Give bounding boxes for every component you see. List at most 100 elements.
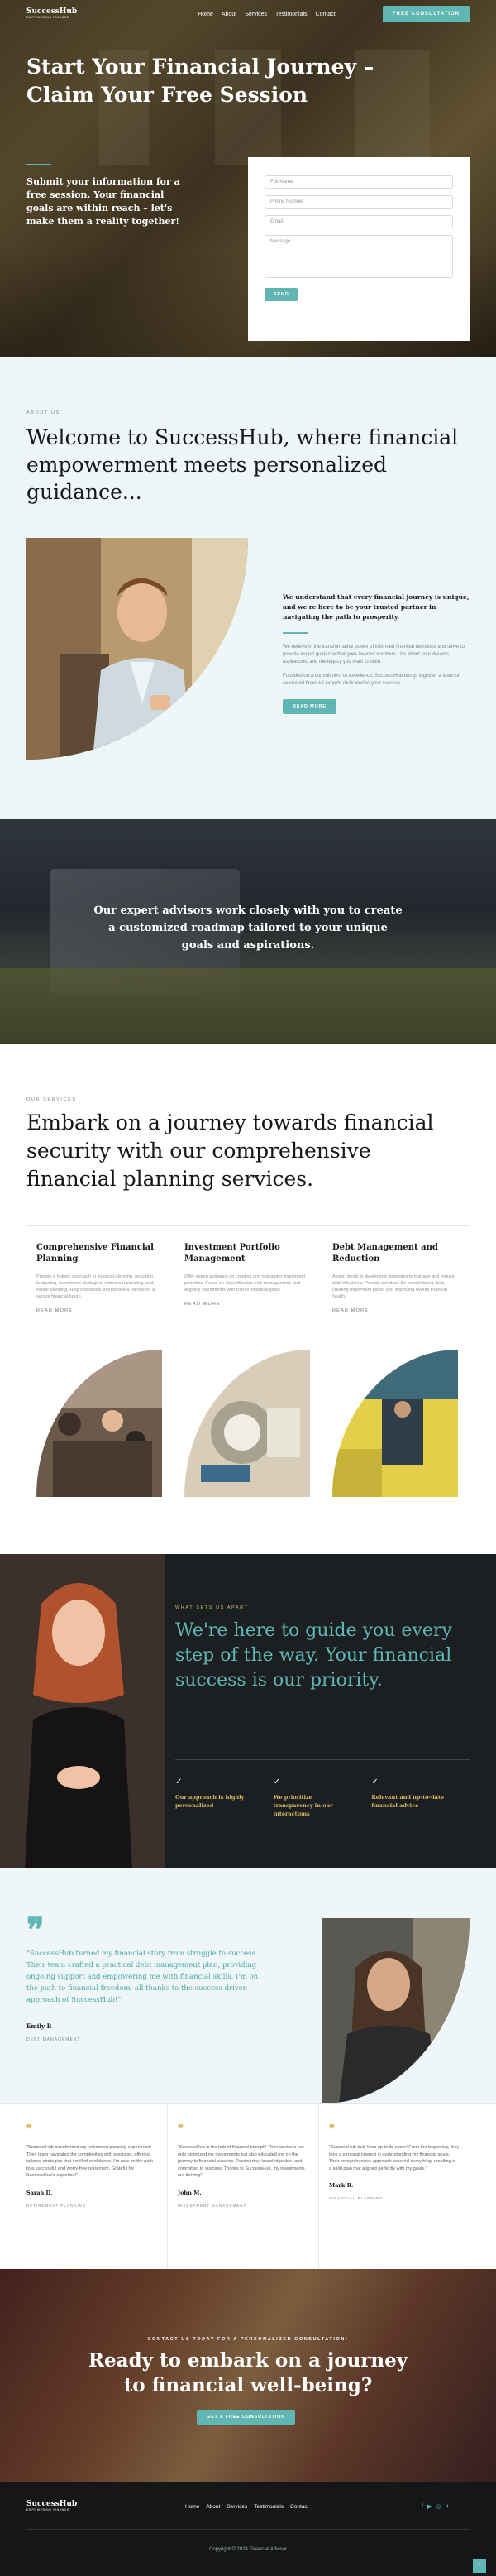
twitter-icon[interactable]: ✦	[445, 2503, 450, 2510]
review-text: "SuccessHub is the hub of financial triu…	[178, 2145, 305, 2178]
advisor-photo	[26, 538, 248, 760]
logo-tagline: EMPOWERING FINANCE	[26, 16, 69, 20]
send-button[interactable]: SEND	[265, 288, 298, 301]
service-image-desk	[184, 1350, 310, 1497]
footer-nav-home[interactable]: Home	[185, 2504, 199, 2510]
testimonial-section: ❞ "SuccessHub turned my financial story …	[0, 1868, 496, 2103]
services-section: OUR SERVICES Embark on a journey towards…	[0, 1044, 496, 1554]
quote-icon: ❞	[329, 2123, 335, 2136]
review-card: ❞ "SuccessHub is the hub of financial tr…	[168, 2104, 319, 2270]
reviewer-name: Mark R.	[329, 2182, 354, 2189]
review-text: "SuccessHub transformed my retirement pl…	[26, 2145, 154, 2178]
mission-divider	[175, 1759, 470, 1760]
free-consultation-button[interactable]: FREE CONSULTATION	[383, 6, 470, 22]
about-accent-bar	[283, 632, 308, 634]
hero-accent-bar	[26, 164, 51, 165]
desk-illustration	[184, 1350, 310, 1497]
reviews-section: ❞ "SuccessHub transformed my retirement …	[0, 2103, 496, 2270]
reviews-list: ❞ "SuccessHub transformed my retirement …	[0, 2104, 496, 2270]
reviewer-name: John M.	[178, 2189, 202, 2196]
banner-text: Our expert advisors work closely with yo…	[93, 904, 403, 952]
testimonial-illustration	[322, 1918, 470, 2103]
feature-item: ✓ Relevant and up-to-date financial advi…	[371, 1777, 470, 1818]
about-paragraph-2: Founded on a commitment to excellence, S…	[283, 673, 460, 686]
mission-eyebrow: WHAT SETS US APART	[175, 1605, 249, 1610]
main-menu: Home About Services Testimonials Contact	[198, 12, 335, 17]
woman-illustration	[0, 1554, 165, 1868]
author-role: DEBT MANAGEMENT	[26, 2037, 81, 2042]
footer-logo[interactable]: SuccessHub EMPOWERING FINANCE	[26, 2501, 77, 2512]
logo-tagline: EMPOWERING FINANCE	[26, 2508, 69, 2511]
service-read-more-link[interactable]: READ MORE	[36, 1308, 164, 1313]
feature-text: Our approach is highly personalized	[175, 1794, 245, 1809]
advisor-illustration	[26, 538, 248, 760]
mission-section: WHAT SETS US APART We're here to guide y…	[0, 1554, 496, 1868]
final-heading: Ready to embark on a journey to financia…	[88, 2349, 408, 2396]
nav-testimonials[interactable]: Testimonials	[275, 12, 308, 17]
nav-services[interactable]: Services	[245, 12, 267, 17]
quote-icon: ❞	[26, 2123, 32, 2136]
message-field[interactable]: Message	[265, 235, 453, 278]
mission-features: ✓ Our approach is highly personalized ✓ …	[175, 1777, 470, 1818]
full-name-field[interactable]: Full Name	[265, 175, 453, 189]
nav-home[interactable]: Home	[198, 12, 213, 17]
logo-name: SuccessHub	[26, 2500, 78, 2508]
mission-heading: We're here to guide you every step of th…	[175, 1620, 452, 1691]
about-paragraph-1: We believe in the transformative power o…	[283, 644, 465, 664]
get-free-consultation-button[interactable]: GET A FREE CONSULTATION	[197, 2410, 295, 2425]
top-navigation: SuccessHub EMPOWERING FINANCE Home About…	[0, 0, 496, 28]
phone-field[interactable]: Phone Number	[265, 195, 453, 209]
service-read-more-link[interactable]: READ MORE	[332, 1308, 460, 1313]
about-heading: Welcome to SuccessHub, where financial e…	[26, 425, 459, 504]
facebook-icon[interactable]: f	[422, 2503, 423, 2510]
service-title: Comprehensive Financial Planning	[36, 1243, 154, 1264]
service-description: Assist clients in developing strategies …	[332, 1274, 455, 1299]
service-image-office	[332, 1350, 458, 1497]
review-card: ❞ "SuccessHub truly lives up to its name…	[319, 2104, 470, 2270]
hero-lead: Submit your information for a free sessi…	[26, 176, 180, 227]
copyright: Copyright © 2024 Financial Advisor	[209, 2547, 287, 2552]
about-bold-statement: We understand that every financial journ…	[283, 593, 470, 621]
service-description: Offer expert guidance on creating and ma…	[184, 1274, 306, 1293]
check-icon: ✓	[175, 1777, 183, 1787]
instagram-icon[interactable]: ◎	[436, 2503, 441, 2510]
read-more-button[interactable]: READ MORE	[283, 698, 336, 714]
footer-nav-testimonials[interactable]: Testimonials	[254, 2504, 284, 2510]
team-meeting-illustration	[36, 1350, 162, 1497]
service-image-team	[36, 1350, 162, 1497]
reviewer-role: INVESTMENT MANAGEMENT	[178, 2203, 247, 2208]
scroll-to-top-icon[interactable]: ⌃	[473, 2559, 486, 2573]
advisor-woman-photo	[0, 1554, 165, 1868]
office-illustration	[332, 1350, 458, 1497]
advisors-banner: Our expert advisors work closely with yo…	[0, 819, 496, 1044]
review-card: ❞ "SuccessHub transformed my retirement …	[26, 2104, 168, 2270]
feature-item: ✓ We prioritize transparency in our inte…	[274, 1777, 372, 1818]
about-eyebrow: ABOUT US	[26, 410, 60, 415]
reviewer-role: FINANCIAL PLANNING	[329, 2196, 384, 2200]
services-cards: Comprehensive Financial Planning Provide…	[26, 1225, 470, 1523]
footer-nav-contact[interactable]: Contact	[290, 2504, 308, 2510]
author-name: Emily P.	[26, 2022, 53, 2030]
nav-contact[interactable]: Contact	[316, 12, 336, 17]
hero-section: SuccessHub EMPOWERING FINANCE Home About…	[0, 0, 496, 357]
footer-nav-about[interactable]: About	[206, 2504, 220, 2510]
email-field[interactable]: Email	[265, 215, 453, 228]
logo[interactable]: SuccessHub EMPOWERING FINANCE	[26, 8, 77, 20]
services-heading: Embark on a journey towards financial se…	[26, 1111, 434, 1191]
footer: SuccessHub EMPOWERING FINANCE Home About…	[0, 2482, 496, 2576]
footer-nav-services[interactable]: Services	[227, 2504, 247, 2510]
service-title: Investment Portfolio Management	[184, 1243, 280, 1264]
testimonial-author: Emily P. DEBT MANAGEMENT	[26, 2022, 80, 2045]
quote-icon: ❞	[178, 2123, 184, 2136]
logo-name: SuccessHub	[26, 7, 78, 17]
check-icon: ✓	[371, 1777, 379, 1787]
youtube-icon[interactable]: ▶	[427, 2503, 432, 2510]
final-cta-section: CONTACT US TODAY FOR A PERSONALIZED CONS…	[0, 2269, 496, 2482]
nav-about[interactable]: About	[222, 12, 236, 17]
consultation-form: Full Name Phone Number Email Message SEN…	[248, 157, 470, 341]
feature-text: Relevant and up-to-date financial advice	[371, 1794, 445, 1809]
service-read-more-link[interactable]: READ MORE	[184, 1302, 312, 1307]
social-links: f ▶ ◎ ✦	[422, 2503, 450, 2510]
service-card-planning: Comprehensive Financial Planning Provide…	[26, 1226, 174, 1523]
testimonial-photo	[322, 1918, 470, 2103]
